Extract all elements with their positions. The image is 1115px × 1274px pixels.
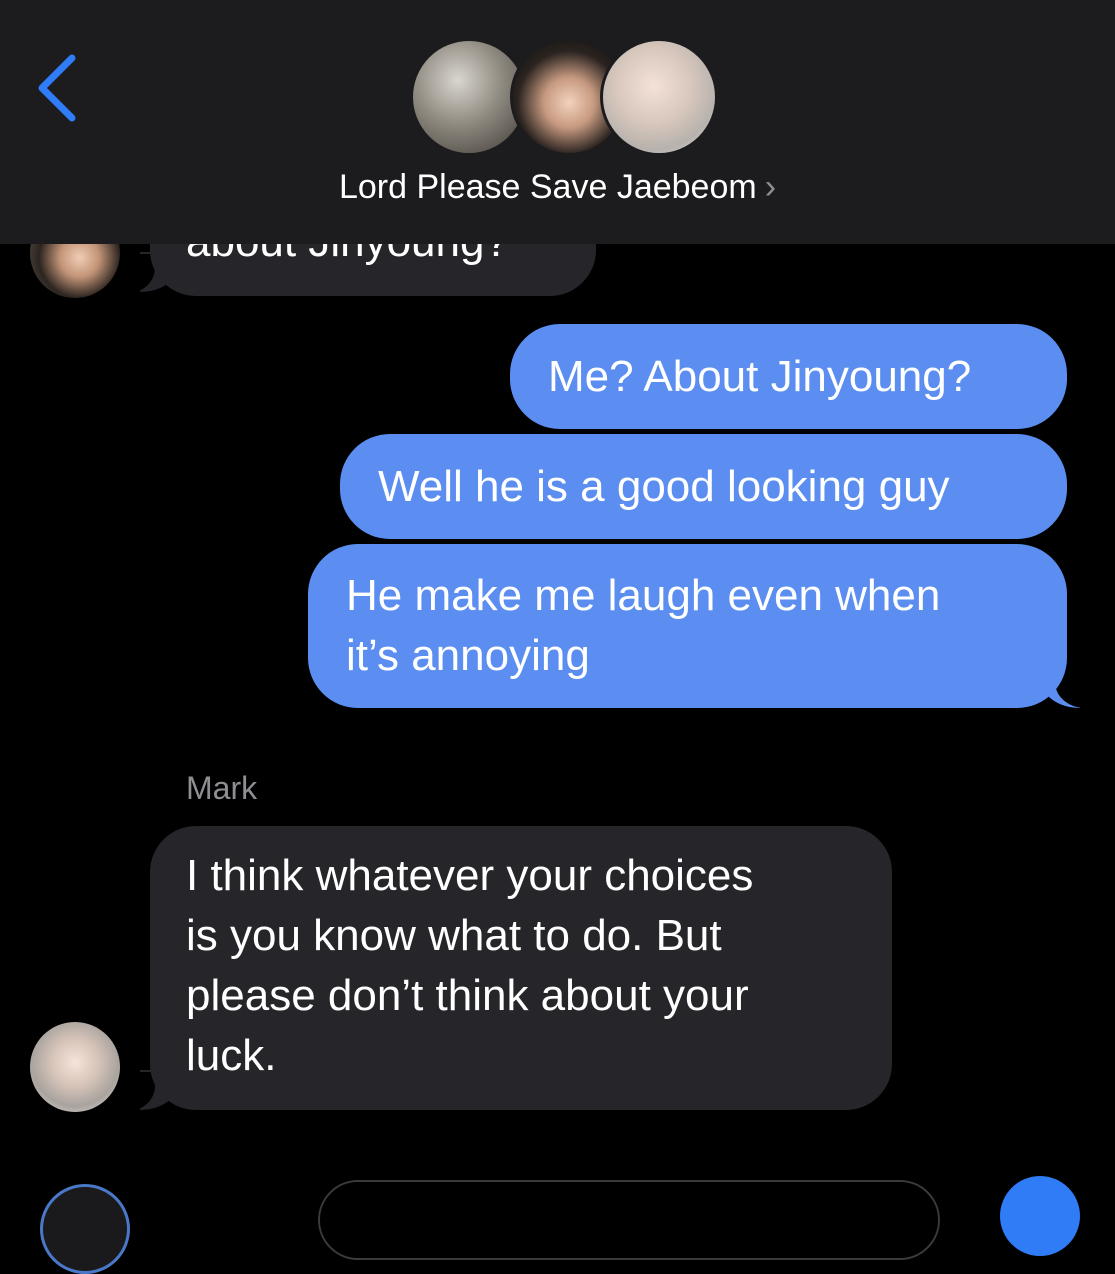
message-text-line: please don’t think about your: [186, 971, 749, 1020]
message-text-line: He make me laugh even when: [346, 571, 941, 620]
message-bubble-outgoing[interactable]: Me? About Jinyoung?: [510, 324, 1067, 429]
sender-avatar[interactable]: [30, 244, 120, 298]
message-bubble-outgoing[interactable]: Well he is a good looking guy: [340, 434, 1067, 539]
group-name: Lord Please Save Jaebeom: [338, 168, 757, 206]
message-text: Well he is a good looking guy: [378, 462, 950, 511]
message-text-line: it’s annoying: [346, 631, 590, 680]
message-input[interactable]: [318, 1180, 940, 1260]
message-text: about Jinyoung?: [186, 244, 509, 266]
message-text-line: is you know what to do. But: [186, 911, 722, 960]
message-text-line: I think whatever your choices: [186, 851, 754, 900]
clipped-message-area: about Jinyoung?: [0, 244, 1115, 304]
send-button[interactable]: [1000, 1176, 1080, 1256]
back-button[interactable]: [30, 48, 90, 128]
message-bubble-incoming[interactable]: about Jinyoung?: [150, 244, 596, 296]
sender-avatar[interactable]: [30, 1022, 120, 1112]
chevron-left-icon: [38, 54, 76, 122]
conversation-header: Lord Please Save Jaebeom ›: [0, 0, 1115, 244]
group-avatars[interactable]: [410, 38, 718, 158]
compose-avatar[interactable]: [40, 1184, 130, 1274]
group-name-link[interactable]: Lord Please Save Jaebeom ›: [0, 168, 1115, 207]
message-bubble-incoming[interactable]: I think whatever your choices is you kno…: [150, 826, 892, 1110]
message-bubble-outgoing[interactable]: He make me laugh even when it’s annoying: [308, 544, 1067, 708]
member-avatar: [600, 38, 718, 156]
sender-name: Mark: [186, 770, 258, 806]
message-text-line: luck.: [186, 1031, 277, 1080]
chevron-right-icon: ›: [764, 168, 777, 206]
message-text: Me? About Jinyoung?: [548, 352, 972, 401]
